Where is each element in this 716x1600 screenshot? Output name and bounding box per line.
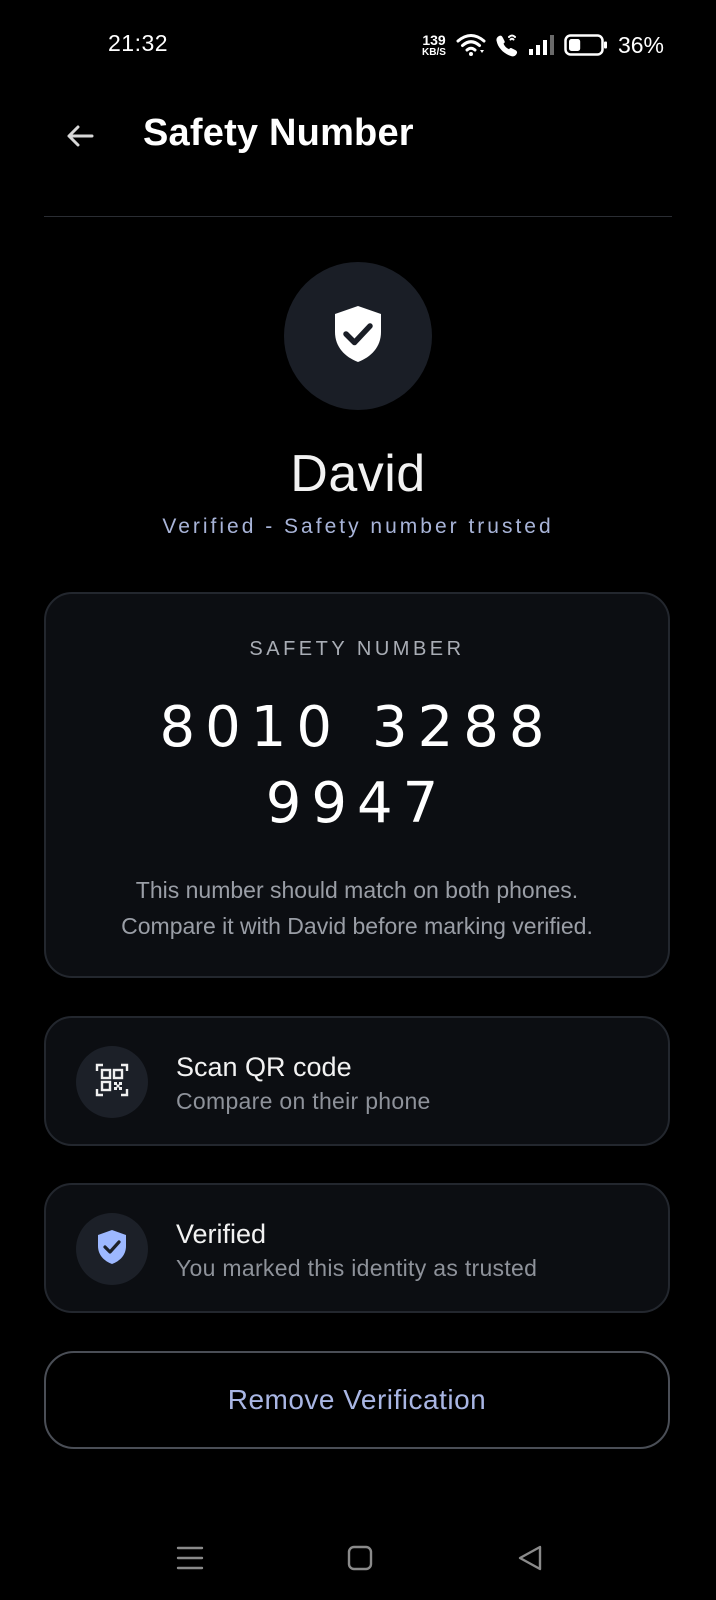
signal-icon xyxy=(528,34,556,56)
back-button[interactable] xyxy=(56,114,104,162)
verified-status-row[interactable]: Verified You marked this identity as tru… xyxy=(44,1183,670,1313)
safety-number-group: 3288 xyxy=(372,695,555,760)
safety-number-description: This number should match on both phones.… xyxy=(46,872,668,944)
network-speed-value: 139 xyxy=(422,31,446,48)
verification-status: Verified - Safety number trusted xyxy=(162,515,554,538)
shield-check-icon xyxy=(332,304,384,369)
remove-verification-button[interactable]: Remove Verification xyxy=(44,1351,670,1449)
status-bar: 21:32 139 KB/S 36% xyxy=(0,0,716,92)
description-line: This number should match on both phones. xyxy=(135,877,579,903)
shield-check-icon xyxy=(96,1229,128,1270)
system-nav-bar xyxy=(0,1520,716,1600)
safety-number-group: 8010 xyxy=(159,695,342,760)
action-subtitle: You marked this identity as trusted xyxy=(176,1255,538,1281)
network-speed: 139 KB/S xyxy=(422,33,446,58)
scan-qr-code-row[interactable]: Scan QR code Compare on their phone xyxy=(44,1016,670,1146)
battery-icon xyxy=(564,33,608,57)
page-title: Safety Number xyxy=(143,112,414,154)
wifi-calling-icon xyxy=(494,32,520,58)
nav-home-button[interactable] xyxy=(340,1540,380,1580)
status-icons: 139 KB/S 36% xyxy=(422,26,664,64)
action-icon-circle xyxy=(76,1046,148,1118)
battery-percent: 36% xyxy=(617,31,664,58)
nav-back-button[interactable] xyxy=(510,1540,550,1580)
header-divider xyxy=(44,216,672,217)
arrow-left-icon xyxy=(65,121,95,156)
action-subtitle: Compare on their phone xyxy=(176,1088,431,1114)
qr-code-icon xyxy=(95,1063,129,1102)
contact-avatar xyxy=(284,262,432,410)
action-title: Scan QR code xyxy=(176,1052,352,1082)
description-line: Compare it with David before marking ver… xyxy=(121,913,593,939)
status-time: 21:32 xyxy=(108,30,169,56)
safety-number-label: SAFETY NUMBER xyxy=(249,638,465,660)
wifi-icon xyxy=(456,33,486,57)
network-speed-unit: KB/S xyxy=(422,46,446,58)
action-icon-circle xyxy=(76,1213,148,1285)
app-bar: Safety Number xyxy=(0,92,716,216)
home-icon xyxy=(347,1545,373,1576)
safety-number-row: 9947 xyxy=(46,776,668,832)
nav-menu-button[interactable] xyxy=(170,1540,210,1580)
safety-number-row: 8010 3288 xyxy=(46,700,668,756)
menu-icon xyxy=(176,1545,204,1576)
contact-name: David xyxy=(290,445,426,503)
back-triangle-icon xyxy=(517,1544,543,1577)
safety-number-card: SAFETY NUMBER 8010 3288 9947 This number … xyxy=(44,592,670,978)
action-title: Verified xyxy=(176,1219,267,1249)
safety-number-group: 9947 xyxy=(265,771,449,836)
